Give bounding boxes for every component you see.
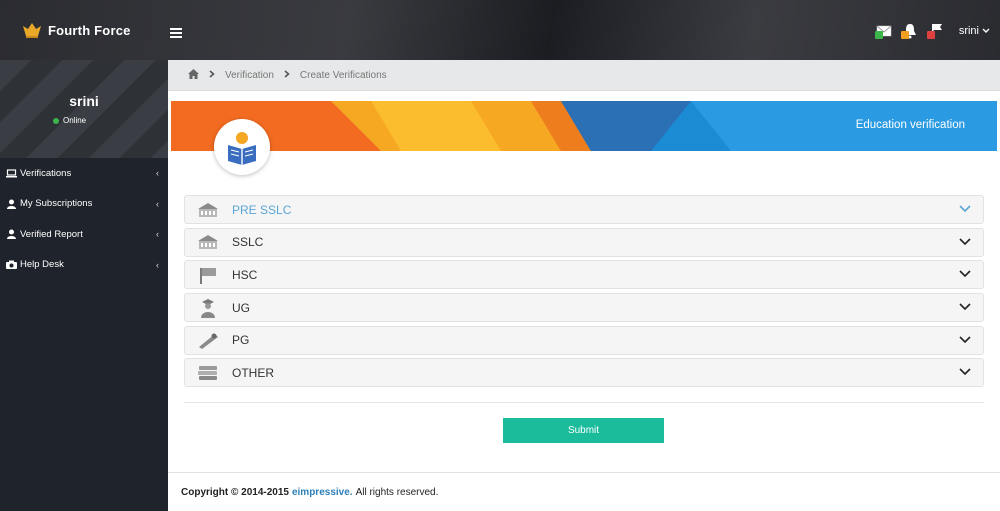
chevron-left-icon: ‹ xyxy=(156,229,159,239)
user-icon xyxy=(5,229,17,240)
home-icon[interactable] xyxy=(188,68,199,82)
sidebar-item-verifications[interactable]: Verifications ‹ xyxy=(0,158,168,189)
sidebar-item-verified-report[interactable]: Verified Report ‹ xyxy=(0,219,168,250)
sidebar-item-label: My Subscriptions xyxy=(20,198,93,210)
sidebar: srini Online Verifications ‹ My Subscrip… xyxy=(0,60,168,511)
sidebar-item-label: Verified Report xyxy=(20,228,83,240)
accordion-item-pre-sslc[interactable]: PRE SSLC xyxy=(184,195,984,224)
mail-icon[interactable] xyxy=(874,22,893,40)
school-building-icon xyxy=(196,232,220,252)
chevron-right-icon xyxy=(209,70,215,80)
form-divider xyxy=(184,402,984,403)
rights-text: All rights reserved. xyxy=(355,486,439,498)
sidebar-item-label: Verifications xyxy=(20,167,72,179)
top-navbar: Fourth Force srini xyxy=(0,0,1000,60)
menu-toggle-icon[interactable] xyxy=(170,28,182,38)
submit-button[interactable]: Submit xyxy=(503,418,664,443)
breadcrumb-verification[interactable]: Verification xyxy=(225,70,274,81)
reading-student-icon xyxy=(214,119,270,175)
accordion-item-hsc[interactable]: HSC xyxy=(184,260,984,290)
school-building-icon xyxy=(196,200,220,220)
chevron-left-icon: ‹ xyxy=(156,259,159,270)
accordion-label: OTHER xyxy=(232,365,274,380)
profile-name: srini xyxy=(69,93,99,109)
user-name: srini xyxy=(958,25,979,37)
sidebar-item-my-subscriptions[interactable]: My Subscriptions ‹ xyxy=(0,189,168,220)
accordion-label: PG xyxy=(232,333,250,348)
banner-title: Education verification xyxy=(855,119,965,131)
flag-icon[interactable] xyxy=(926,22,945,40)
diploma-icon xyxy=(196,330,220,350)
graduate-icon xyxy=(196,298,220,318)
bell-icon[interactable] xyxy=(900,22,919,40)
user-menu[interactable]: srini xyxy=(959,25,990,37)
main-content: Verification Create Verifications Educat… xyxy=(168,60,1000,511)
brand[interactable]: Fourth Force xyxy=(0,0,168,60)
verification-panel: Education verification PRE SSLC SSLC HSC… xyxy=(171,101,997,472)
books-stack-icon xyxy=(196,363,220,383)
copyright-text: Copyright © 2014-2015 xyxy=(181,486,289,498)
sidebar-item-label: Help Desk xyxy=(20,259,64,271)
chevron-down-icon xyxy=(959,336,971,343)
brand-logo-icon xyxy=(23,23,41,38)
education-banner: Education verification xyxy=(171,101,997,151)
chevron-down-icon xyxy=(959,205,971,213)
accordion-label: SSLC xyxy=(232,235,264,250)
online-status: Online xyxy=(53,116,86,125)
company-link[interactable]: eimpressive. xyxy=(292,487,353,498)
accordion-item-sslc[interactable]: SSLC xyxy=(184,227,984,257)
laptop-icon xyxy=(5,168,17,178)
chevron-down-icon xyxy=(959,270,971,278)
user-profile: srini Online xyxy=(0,60,168,158)
accordion-label: HSC xyxy=(232,267,258,282)
chevron-right-icon xyxy=(284,70,290,80)
status-text: Online xyxy=(63,116,87,125)
breadcrumb-current: Create Verifications xyxy=(299,69,387,81)
accordion-item-other[interactable]: OTHER xyxy=(184,358,984,388)
accordion-item-pg[interactable]: PG xyxy=(184,325,984,355)
accordion-label: UG xyxy=(232,300,250,315)
education-accordion: PRE SSLC SSLC HSC UG PG OTHER xyxy=(184,195,984,391)
status-dot-icon xyxy=(53,117,59,124)
sidebar-item-help-desk[interactable]: Help Desk ‹ xyxy=(0,250,168,281)
chevron-left-icon: ‹ xyxy=(156,168,159,178)
user-icon xyxy=(5,199,17,209)
breadcrumb: Verification Create Verifications xyxy=(168,60,1000,91)
flag-board-icon xyxy=(196,265,220,285)
accordion-item-ug[interactable]: UG xyxy=(184,293,984,323)
chevron-down-icon xyxy=(982,28,990,33)
brand-name: Fourth Force xyxy=(48,22,131,38)
chevron-down-icon xyxy=(959,368,971,376)
accordion-label: PRE SSLC xyxy=(232,202,292,217)
chevron-down-icon xyxy=(959,238,971,245)
chevron-down-icon xyxy=(959,303,971,311)
camera-icon xyxy=(5,260,17,270)
footer: Copyright © 2014-2015 eimpressive. All r… xyxy=(168,472,1000,511)
chevron-left-icon: ‹ xyxy=(156,198,159,209)
